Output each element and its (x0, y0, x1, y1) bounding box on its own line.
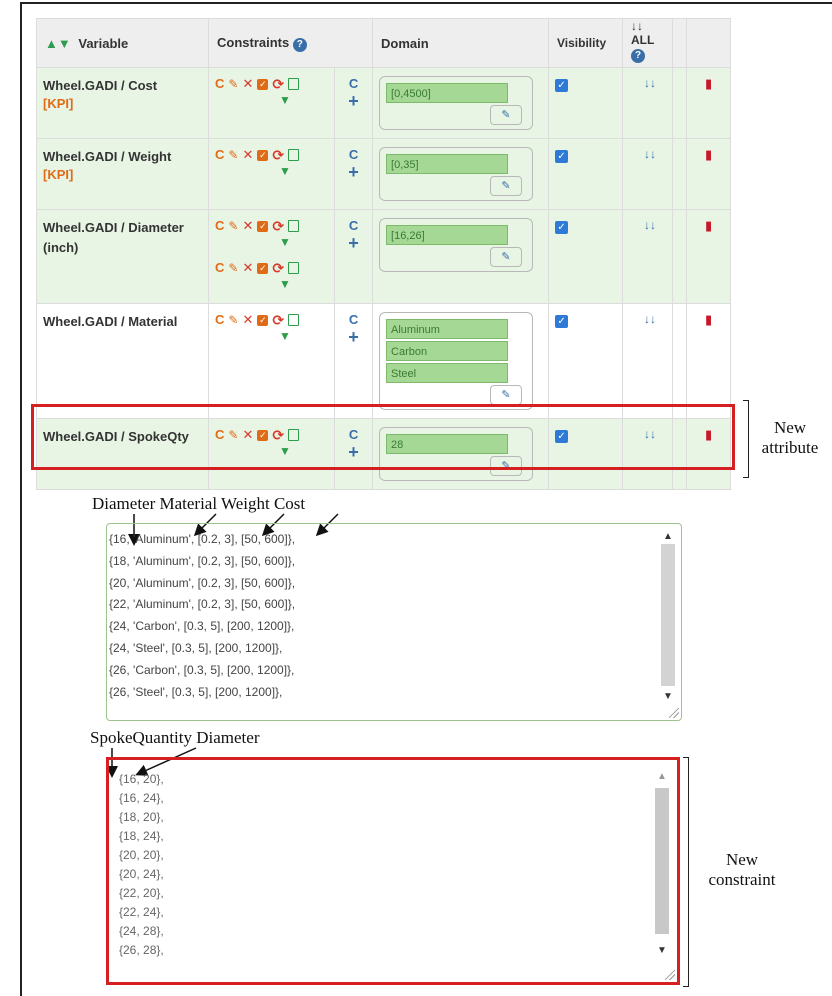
bracket-new-constraint (683, 757, 689, 987)
constraint-line: {18, 'Aluminum', [0.2, 3], [50, 600]}, (109, 553, 296, 568)
constraint-textarea-1[interactable]: {16, 'Aluminum', [0.2, 3], [50, 600]}, {1… (106, 523, 682, 721)
constraint-line: {20, 24}, (119, 867, 164, 881)
constraint-line: {22, 20}, (119, 886, 164, 900)
constraint-line: {18, 24}, (119, 829, 164, 843)
constraint-line: {24, 'Steel', [0.3, 5], [200, 1200]}, (109, 640, 283, 655)
scrollbar-thumb[interactable] (655, 788, 669, 934)
constraint-line: {22, 24}, (119, 905, 164, 919)
constraint-line: {18, 20}, (119, 810, 164, 824)
resize-handle-icon[interactable] (669, 708, 679, 718)
constraint-line: {16, 24}, (119, 791, 164, 805)
constraint-line: {26, 28}, (119, 943, 164, 957)
column-labels-bottom: SpokeQuantity Diameter (90, 728, 260, 747)
scroll-down-icon[interactable]: ▼ (655, 944, 669, 958)
new-constraint-annotation: New constraint (708, 850, 776, 889)
scrollbar-thumb[interactable] (661, 544, 675, 686)
constraint-line: {24, 'Carbon', [0.3, 5], [200, 1200]}, (109, 619, 295, 634)
constraint-line: {16, 'Aluminum', [0.2, 3], [50, 600]}, (109, 532, 296, 546)
scrollbar[interactable]: ▲ ▼ (661, 530, 675, 712)
constraint-line: {16, 20}, (119, 772, 164, 786)
scroll-up-icon[interactable]: ▲ (655, 770, 669, 784)
scrollbar[interactable]: ▲ ▼ (655, 770, 669, 970)
constraint-textarea-2[interactable]: {16, 20}, {16, 24}, {18, 20}, {18, 24}, {20,… (106, 757, 680, 985)
constraint-line: {26, 'Carbon', [0.3, 5], [200, 1200]}, (109, 662, 295, 677)
scroll-up-icon[interactable]: ▲ (661, 530, 675, 544)
scroll-down-icon[interactable]: ▼ (661, 690, 675, 704)
resize-handle-icon[interactable] (665, 970, 675, 980)
constraint-line: {22, 'Aluminum', [0.2, 3], [50, 600]}, (109, 597, 296, 612)
constraint-line: {24, 28}, (119, 924, 164, 938)
constraint-line: {20, 20}, (119, 848, 164, 862)
constraint-line: {20, 'Aluminum', [0.2, 3], [50, 600]}, (109, 575, 296, 590)
constraint-line: {26, 'Steel', [0.3, 5], [200, 1200]}, (109, 684, 283, 699)
